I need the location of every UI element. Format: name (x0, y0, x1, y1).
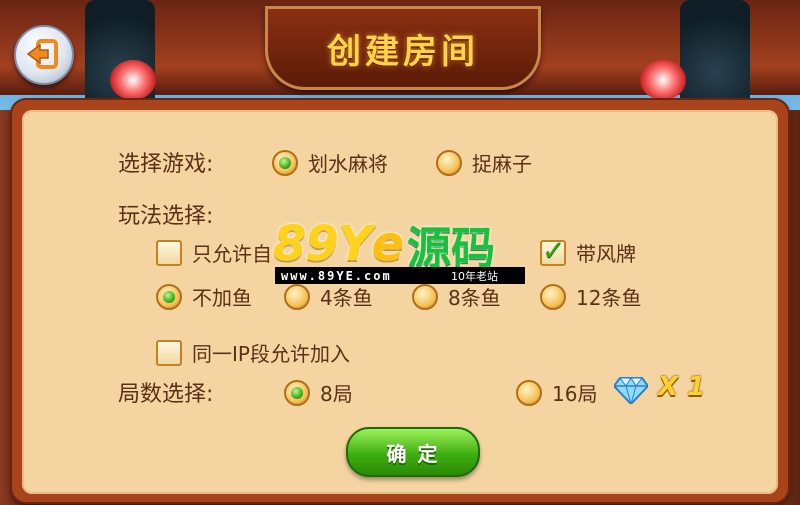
radio-selected (272, 149, 298, 176)
watermark-bar: www.89YE.com 10年老站 (275, 267, 525, 284)
rounds-option-8[interactable]: 8局 (284, 378, 353, 407)
radio-unselected (412, 283, 438, 310)
watermark-brand-number: 89Y (273, 216, 373, 272)
rules-label: 玩法选择: (118, 204, 214, 229)
option-label: 8局 (320, 382, 353, 406)
radio-selected (156, 283, 182, 310)
checkbox-label: 只允许自 (192, 242, 272, 266)
option-label: 12条鱼 (576, 286, 642, 310)
option-label: 划水麻将 (308, 152, 388, 176)
checkbox-unchecked (156, 339, 182, 366)
option-label: 不加鱼 (192, 286, 252, 310)
exit-icon (26, 39, 58, 69)
checkbox-checked (540, 234, 566, 267)
title-banner: 创建房间 (265, 6, 541, 90)
watermark-logo: 89Y e 源码 www.89YE.com 10年老站 (273, 216, 527, 284)
lantern-icon (640, 60, 686, 100)
rounds-option-16[interactable]: 16局 (516, 378, 597, 407)
back-button[interactable] (14, 25, 74, 85)
game-option-zhuomazi[interactable]: 捉麻子 (436, 148, 532, 177)
checkbox-label: 同一IP段允许加入 (192, 342, 350, 366)
watermark-url: www.89YE.com (281, 268, 392, 283)
watermark-brand-ye: e (371, 216, 405, 272)
rule-checkbox-self-draw[interactable]: 只允许自 (156, 238, 272, 267)
watermark-tag: 10年老站 (451, 269, 498, 283)
fish-option-none[interactable]: 不加鱼 (156, 282, 252, 311)
rule-checkbox-wind-tiles[interactable]: 带风牌 (540, 234, 636, 267)
same-ip-checkbox[interactable]: 同一IP段允许加入 (156, 338, 350, 367)
radio-selected (284, 379, 310, 406)
radio-unselected (540, 283, 566, 310)
room-cost-multiplier: X 1 (658, 372, 706, 402)
game-option-huashui[interactable]: 划水麻将 (272, 148, 388, 177)
confirm-label: 确 定 (386, 441, 440, 466)
radio-unselected (436, 149, 462, 176)
checkbox-unchecked (156, 239, 182, 266)
option-label: 4条鱼 (320, 286, 373, 310)
option-label: 8条鱼 (448, 286, 501, 310)
radio-unselected (284, 283, 310, 310)
game-select-label: 选择游戏: (118, 152, 214, 177)
radio-unselected (516, 379, 542, 406)
fish-option-4[interactable]: 4条鱼 (284, 282, 373, 311)
watermark-brand: 89Y e 源码 (273, 216, 527, 274)
fish-option-8[interactable]: 8条鱼 (412, 282, 501, 311)
page-title: 创建房间 (327, 31, 479, 72)
confirm-button[interactable]: 确 定 (346, 427, 480, 477)
checkbox-label: 带风牌 (576, 242, 636, 266)
rounds-label: 局数选择: (118, 382, 214, 407)
diamond-icon (614, 377, 648, 404)
lantern-icon (110, 60, 156, 100)
option-label: 16局 (552, 382, 598, 406)
fish-option-12[interactable]: 12条鱼 (540, 282, 641, 311)
option-label: 捉麻子 (472, 152, 532, 176)
